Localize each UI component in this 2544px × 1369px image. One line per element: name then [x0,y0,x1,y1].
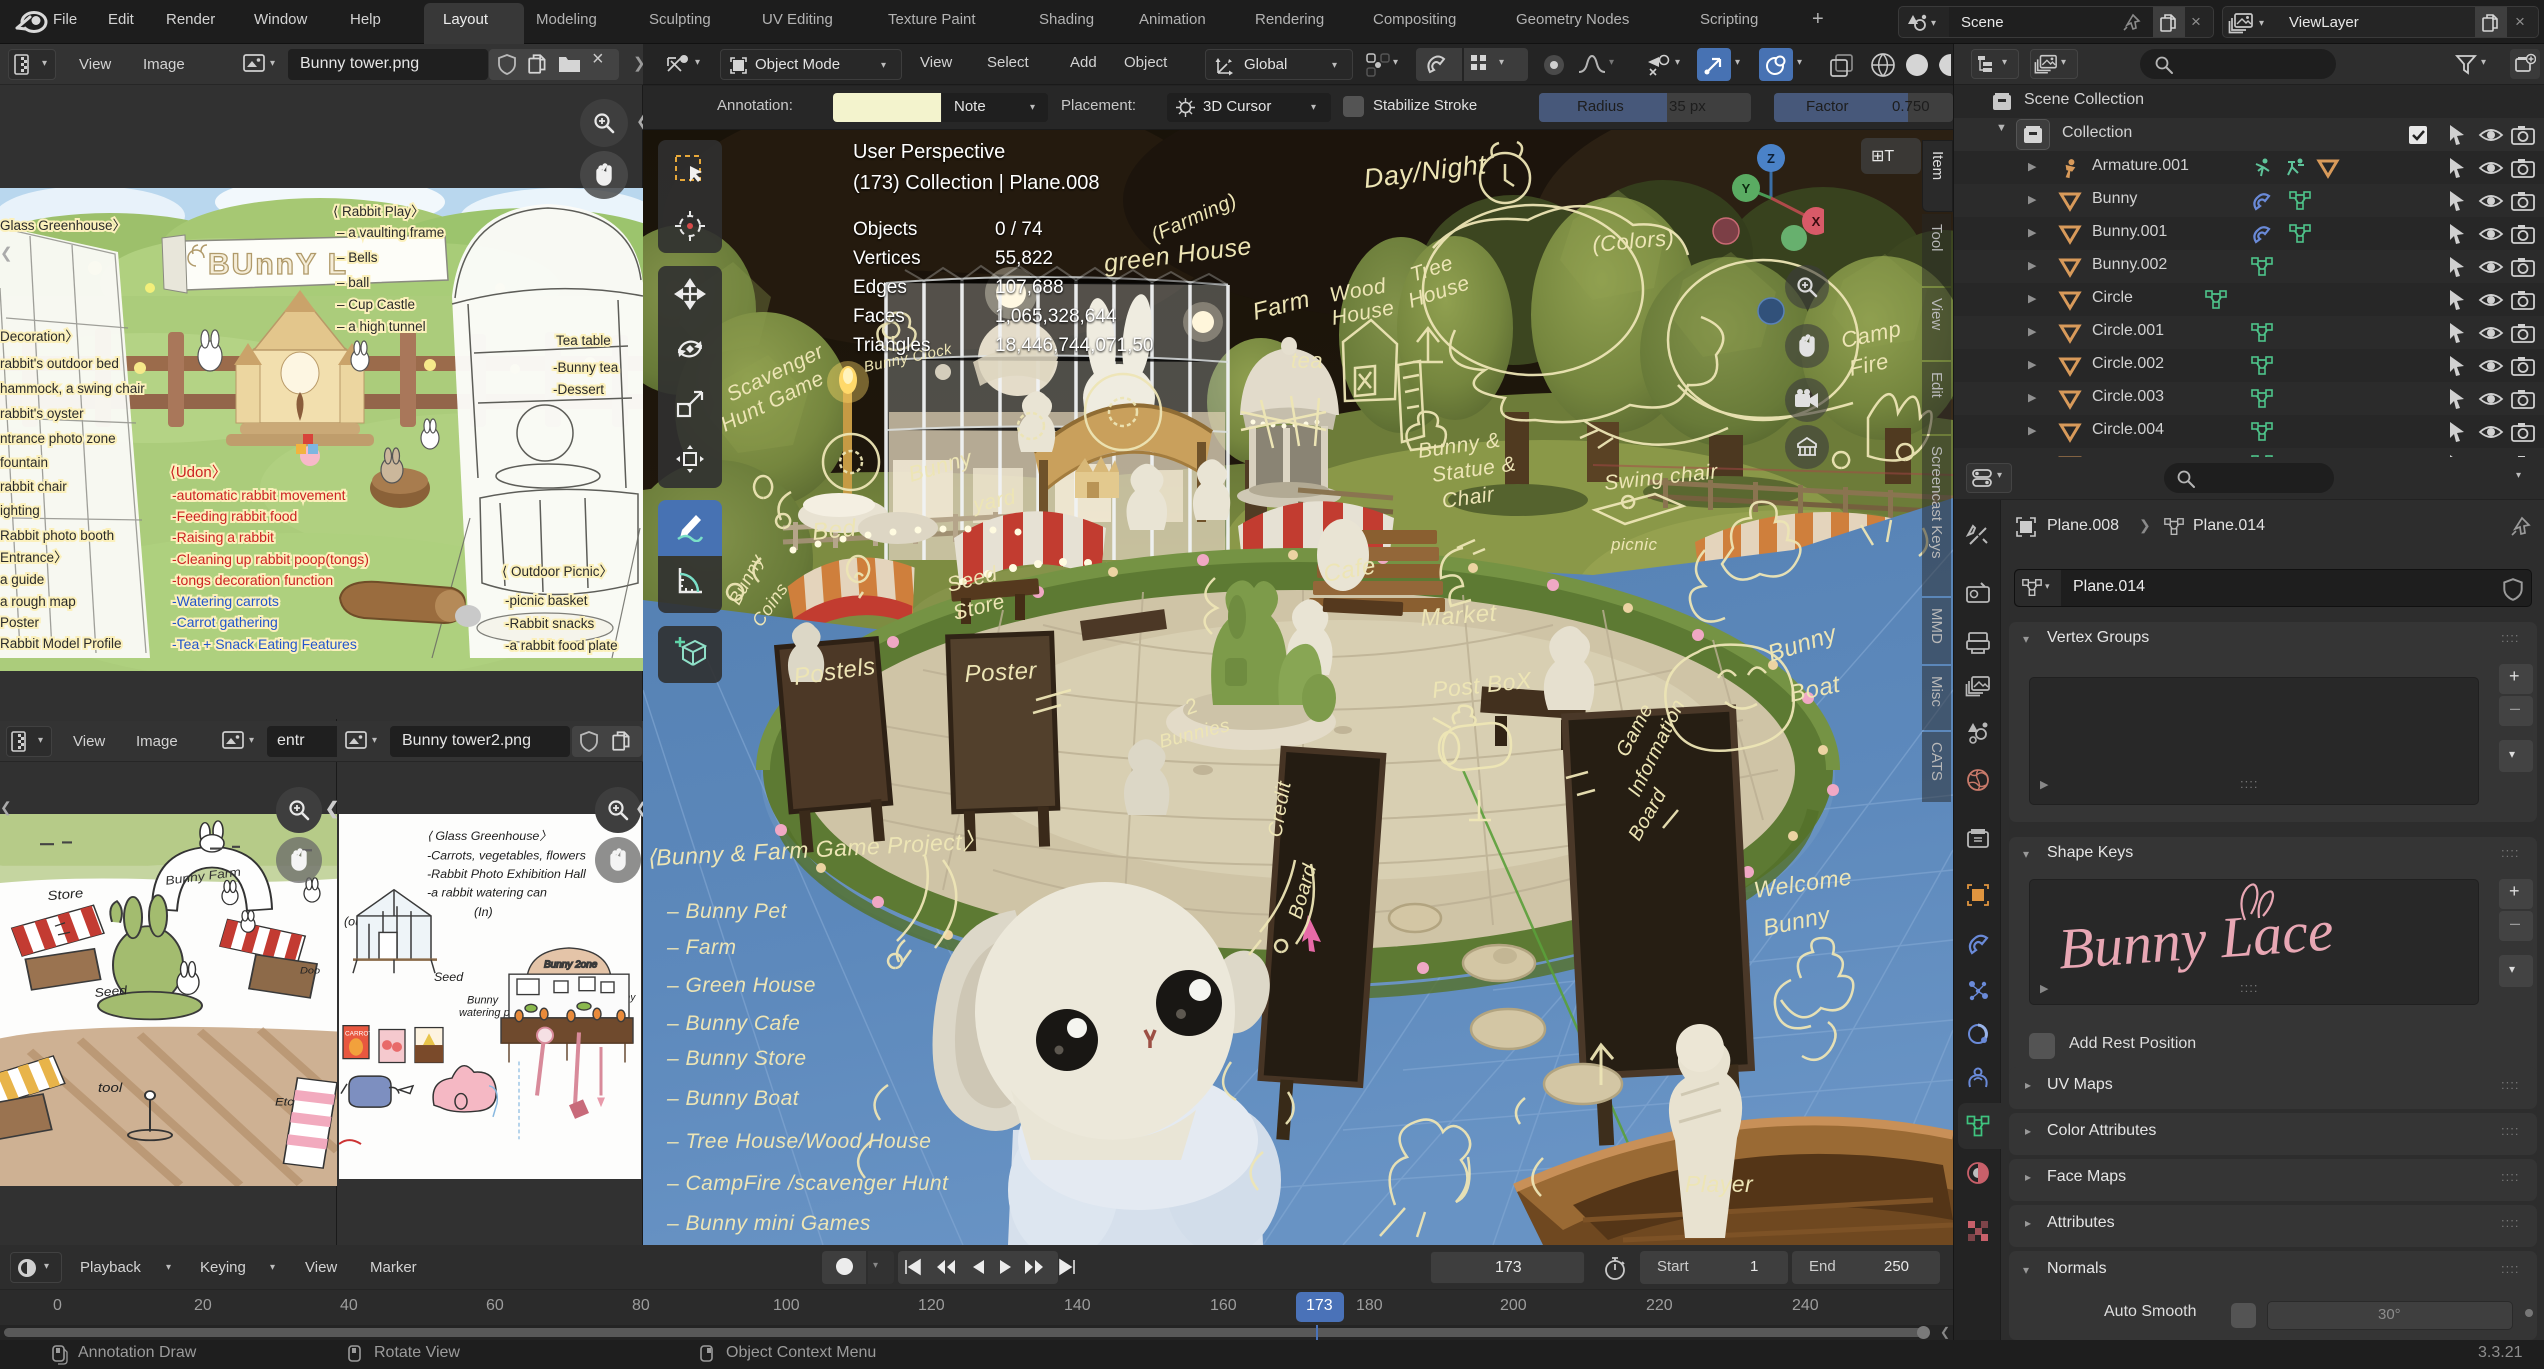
svg-text:ntrance photo zone: ntrance photo zone [0,431,116,446]
svg-text:– CampFire /scavenger Hunt: – CampFire /scavenger Hunt [666,1172,949,1195]
svg-text:– a vaulting frame: – a vaulting frame [337,225,444,240]
svg-text:Glass Greenhouse〉: Glass Greenhouse〉 [0,218,126,233]
svg-text:a guide: a guide [0,572,44,587]
svg-text:– Bunny Cafe: – Bunny Cafe [666,1012,800,1035]
svg-text:-a rabbit food plate: -a rabbit food plate [505,638,618,653]
svg-text:⟨ Glass Greenhouse〉: ⟨ Glass Greenhouse〉 [427,829,552,843]
svg-text:X: X [1812,214,1821,229]
svg-text:picnic: picnic [1610,535,1657,554]
svg-text:Etc: Etc [275,1096,294,1109]
svg-text:Bunny 2one: Bunny 2one [544,959,598,970]
svg-text:BUnnY L: BUnnY L [208,248,348,281]
svg-text:-Dessert: -Dessert [553,382,604,397]
svg-text:-a rabbit watering can: -a rabbit watering can [427,886,547,900]
svg-text:Rabbit photo booth: Rabbit photo booth [0,528,114,543]
svg-text:-Carrot gathering: -Carrot gathering [172,614,278,630]
svg-text:hammock, a swing chair: hammock, a swing chair [0,381,145,396]
svg-text:-Bunny tea: -Bunny tea [553,360,619,375]
svg-text:⟨ Outdoor Picnic〉: ⟨ Outdoor Picnic〉 [502,564,613,579]
svg-text:Entrance〉: Entrance〉 [0,550,68,565]
svg-text:Seed: Seed [434,970,464,984]
svg-text:– Cup Castle: – Cup Castle [337,297,415,312]
svg-text:-Feeding rabbit food: -Feeding rabbit food [172,508,297,524]
svg-text:– ball: – ball [337,275,369,290]
svg-text:⟨Udon〉: ⟨Udon〉 [170,464,227,481]
svg-text:– Green House: – Green House [666,974,816,997]
svg-text:Decoration〉: Decoration〉 [0,329,79,344]
svg-text:– Bunny Store: – Bunny Store [666,1047,807,1070]
svg-text:rabbit's oyster: rabbit's oyster [0,406,84,421]
svg-text:-Raising a rabbit: -Raising a rabbit [172,529,274,545]
svg-text:-Carrots, vegetables, flowers: -Carrots, vegetables, flowers [427,849,586,863]
svg-text:Bunny: Bunny [467,994,499,1006]
svg-text:CARROT: CARROT [345,1030,372,1037]
svg-text:-Rabbit Photo Exhibition Hall: -Rabbit Photo Exhibition Hall [427,867,587,881]
svg-text:ighting: ighting [0,503,40,518]
svg-text:Tea table: Tea table [556,333,611,348]
svg-text:Z: Z [1767,151,1775,166]
svg-text:-automatic rabbit movement: -automatic rabbit movement [172,487,346,503]
svg-text:-Tea + Snack Eating Features: -Tea + Snack Eating Features [172,636,357,652]
svg-text:-Watering carrots: -Watering carrots [172,593,279,609]
svg-text:– Tree House/Wood House: – Tree House/Wood House [666,1130,931,1153]
svg-text:– Bunny Boat: – Bunny Boat [666,1087,800,1110]
svg-text:– Bunny mini Games: – Bunny mini Games [666,1212,871,1235]
svg-text:-picnic basket: -picnic basket [505,593,588,608]
svg-text:– a high tunnel: – a high tunnel [337,319,426,334]
svg-text:-Cleaning up rabbit poop(tongs: -Cleaning up rabbit poop(tongs) [172,551,369,567]
svg-text:Poster: Poster [0,615,40,630]
svg-text:Bed: Bed [811,514,858,545]
svg-text:tea: tea [1291,348,1323,373]
svg-text:a rough map: a rough map [0,594,76,609]
svg-text:Poster: Poster [964,657,1038,688]
svg-text:– Farm: – Farm [666,936,737,959]
svg-text:– Bells: – Bells [337,250,378,265]
svg-text:-Rabbit snacks: -Rabbit snacks [505,616,595,631]
svg-text:– Bunny Pet: – Bunny Pet [666,900,788,923]
svg-text:rabbit's outdoor bed: rabbit's outdoor bed [0,356,119,371]
svg-text:tool: tool [98,1080,123,1095]
svg-text:rabbit chair: rabbit chair [0,479,67,494]
svg-text:Y: Y [1742,181,1751,196]
svg-text:Player: Player [1685,1171,1754,1197]
svg-text:(In): (In) [474,905,493,919]
svg-text:Rabbit Model Profile: Rabbit Model Profile [0,636,122,651]
svg-text:⟨ Rabbit Play〉: ⟨ Rabbit Play〉 [333,204,425,219]
svg-text:fountain: fountain [0,455,48,470]
svg-text:-tongs decoration function: -tongs decoration function [172,572,333,588]
svg-text:Doo: Doo [300,966,320,976]
